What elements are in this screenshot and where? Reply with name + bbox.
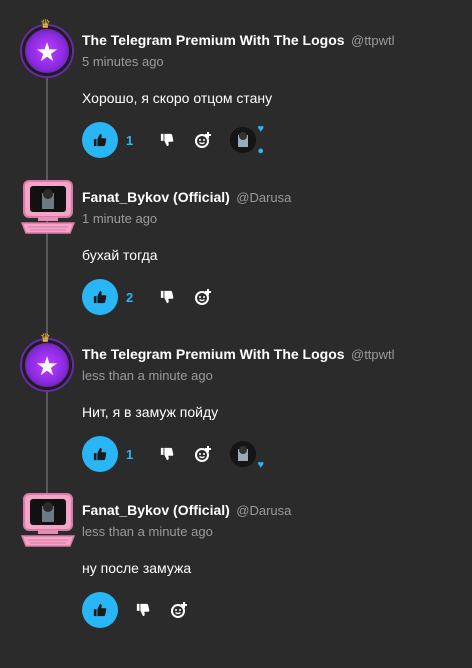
- like-count: 2: [126, 289, 134, 305]
- add-emoji-icon: [195, 289, 211, 305]
- comment-actions: 2: [82, 279, 216, 315]
- heart-icon: ♥: [257, 459, 264, 471]
- pc-avatar-mini: [230, 127, 256, 153]
- star-icon: ★: [35, 37, 59, 67]
- thumbs-down-icon: [160, 133, 174, 147]
- comment-text: Нит, я в замуж пойду: [82, 404, 219, 420]
- pink-computer-icon: [20, 493, 76, 547]
- crown-icon: ♛: [40, 331, 51, 345]
- star-icon: ★: [35, 351, 59, 381]
- thumbs-down-icon: [136, 603, 150, 617]
- comment-time: less than a minute ago: [82, 368, 213, 383]
- thumbs-down-icon: [160, 447, 174, 461]
- comment-actions: [82, 592, 192, 628]
- dislike-button[interactable]: [130, 597, 156, 623]
- thumbs-up-icon: [93, 447, 107, 461]
- add-emoji-icon: [171, 602, 187, 618]
- like-button[interactable]: [82, 436, 118, 472]
- dislike-button[interactable]: [154, 127, 180, 153]
- comment-time: 5 minutes ago: [82, 54, 164, 69]
- add-reaction-button[interactable]: [190, 284, 216, 310]
- author-handle[interactable]: @Darusa: [236, 190, 291, 205]
- thumbs-up-icon: [93, 603, 107, 617]
- like-button[interactable]: [82, 279, 118, 315]
- author-handle[interactable]: @Darusa: [236, 503, 291, 518]
- add-reaction-button[interactable]: [190, 127, 216, 153]
- heart-icon: ♥: [257, 123, 264, 135]
- avatar[interactable]: [20, 179, 76, 235]
- thumbs-up-icon: [93, 290, 107, 304]
- author-name[interactable]: Fanat_Bykov (Official): [82, 502, 230, 518]
- chat-bubble-icon: ●: [257, 145, 264, 157]
- comment-time: 1 minute ago: [82, 211, 158, 226]
- add-emoji-icon: [195, 132, 211, 148]
- comment-actions: 1 ♥: [82, 436, 264, 472]
- thread-line: [46, 60, 48, 520]
- crown-icon: ♛: [40, 17, 51, 31]
- author-handle[interactable]: @ttpwtl: [351, 33, 395, 48]
- add-reaction-button[interactable]: [166, 597, 192, 623]
- reactor-avatar[interactable]: ♥: [230, 439, 264, 471]
- reactor-avatar[interactable]: ♥ ●: [230, 123, 264, 157]
- comment-text: ну после замужа: [82, 560, 192, 576]
- avatar[interactable]: ♛ ★: [22, 17, 72, 76]
- comment-text: бухай тогда: [82, 247, 158, 263]
- avatar[interactable]: [20, 492, 76, 548]
- add-emoji-icon: [195, 446, 211, 462]
- avatar[interactable]: ♛ ★: [22, 331, 72, 390]
- pc-avatar-mini: [230, 441, 256, 467]
- author-handle[interactable]: @ttpwtl: [351, 347, 395, 362]
- like-count: 1: [126, 132, 134, 148]
- pink-computer-icon: [20, 180, 76, 234]
- comment-actions: 1 ♥ ●: [82, 122, 264, 158]
- like-button[interactable]: [82, 592, 118, 628]
- dislike-button[interactable]: [154, 284, 180, 310]
- like-button[interactable]: [82, 122, 118, 158]
- thumbs-up-icon: [93, 133, 107, 147]
- comment-time: less than a minute ago: [82, 524, 213, 539]
- like-count: 1: [126, 446, 134, 462]
- add-reaction-button[interactable]: [190, 441, 216, 467]
- thumbs-down-icon: [160, 290, 174, 304]
- author-name[interactable]: The Telegram Premium With The Logos: [82, 32, 345, 48]
- dislike-button[interactable]: [154, 441, 180, 467]
- comment-text: Хорошо, я скоро отцом стану: [82, 90, 273, 106]
- author-name[interactable]: The Telegram Premium With The Logos: [82, 346, 345, 362]
- author-name[interactable]: Fanat_Bykov (Official): [82, 189, 230, 205]
